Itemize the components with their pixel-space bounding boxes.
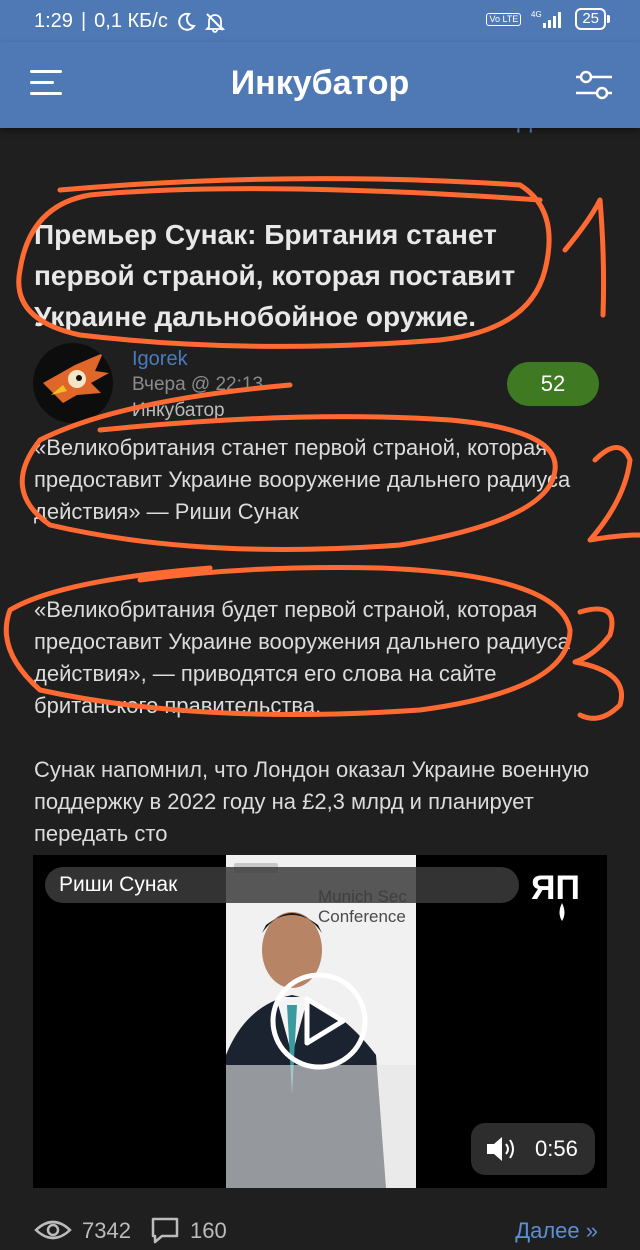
post-date: Вчера @ 22:13 bbox=[132, 374, 264, 395]
status-separator: | bbox=[80, 10, 87, 32]
filter-icon[interactable] bbox=[574, 68, 614, 102]
channel-logo-icon: ЯП bbox=[529, 865, 595, 925]
volte-icon: Vo LTE bbox=[486, 12, 522, 26]
post-stats: 7342 160 Далее » bbox=[34, 1216, 606, 1246]
play-icon[interactable] bbox=[269, 971, 369, 1071]
svg-text:ЯП: ЯП bbox=[531, 869, 580, 907]
eye-icon bbox=[34, 1218, 72, 1242]
app-title: Инкубатор bbox=[230, 64, 410, 102]
status-speed: 0,1 КБ/с bbox=[94, 10, 168, 32]
volume-icon[interactable] bbox=[485, 1135, 519, 1163]
author-name[interactable]: Igorek bbox=[132, 348, 188, 371]
more-link[interactable]: Далее » bbox=[515, 1218, 598, 1244]
rating-badge[interactable]: 52 bbox=[507, 362, 599, 406]
views-count: 7342 bbox=[82, 1218, 131, 1243]
moon-icon bbox=[176, 12, 196, 32]
network-label: 4G bbox=[531, 10, 542, 19]
app-bar: Инкубатор bbox=[0, 42, 640, 128]
mute-bell-icon bbox=[204, 11, 226, 33]
community-name[interactable]: Инкубатор bbox=[132, 400, 225, 422]
video-title: Риши Сунак bbox=[45, 867, 519, 903]
avatar[interactable] bbox=[33, 343, 113, 423]
post-paragraph: Сунак напомнил, что Лондон оказал Украин… bbox=[34, 757, 590, 846]
comments-count[interactable]: 160 bbox=[190, 1218, 227, 1244]
video-duration: 0:56 bbox=[535, 1136, 578, 1161]
signal-icon: 4G bbox=[531, 9, 565, 29]
video-controls[interactable]: 0:56 bbox=[471, 1123, 595, 1175]
video-player[interactable]: Munich Sec Conference Риши Сунак ЯП bbox=[33, 855, 607, 1188]
post-paragraph: «Великобритания станет первой страной, к… bbox=[34, 435, 571, 524]
battery-icon: 25 bbox=[575, 8, 610, 30]
status-time: 1:29 bbox=[34, 10, 73, 32]
post-title[interactable]: Премьер Сунак: Британия станет первой ст… bbox=[34, 214, 574, 337]
status-bar: 1:29 | 0,1 КБ/с Vo LTE 4G 25 bbox=[0, 0, 640, 42]
post-paragraph: «Великобритания будет первой страной, ко… bbox=[34, 597, 570, 718]
